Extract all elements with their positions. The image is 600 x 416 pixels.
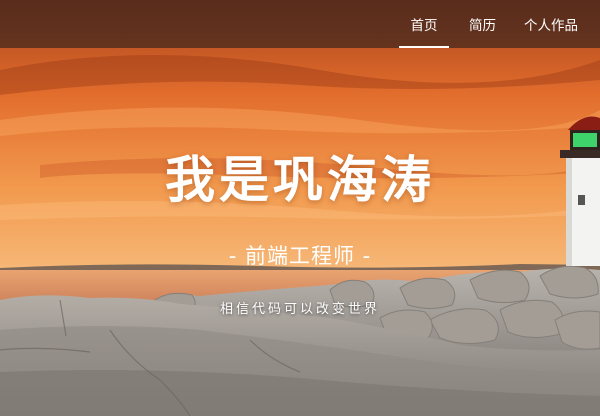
nav-item-label: 个人作品 [524,18,578,34]
hero-subtitle: - 前端工程师 - [228,244,372,268]
hero-tagline: 相信代码可以改变世界 [219,302,380,317]
nav-item-label: 简历 [469,18,496,34]
nav-item-resume[interactable]: 简历 [455,0,510,48]
nav-item-home[interactable]: 首页 [393,0,455,48]
nav-item-portfolio[interactable]: 个人作品 [510,0,592,48]
hero-title: 我是巩海涛 [165,150,435,209]
nav-item-label: 首页 [410,18,438,34]
top-navbar: 首页 简历 个人作品 [0,0,600,48]
nav-menu: 首页 简历 个人作品 [393,0,592,48]
hero-banner: 首页 简历 个人作品 我是巩海涛 - 前端工程师 - 相信代码可以改变世界 [0,0,600,416]
